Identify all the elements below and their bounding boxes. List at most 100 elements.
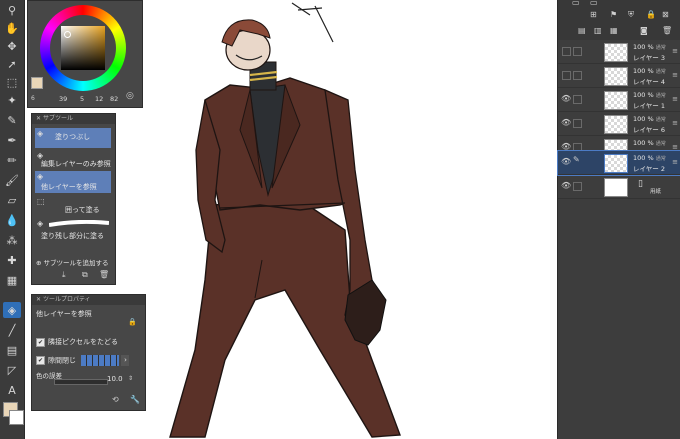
- layer-check[interactable]: [573, 119, 582, 128]
- add-sub-tool[interactable]: ⊕ サブツールを追加する: [36, 257, 109, 267]
- tolerance-value[interactable]: 10.0: [107, 375, 123, 383]
- sub-tool-item-refer-other-layers[interactable]: ◈ 他レイヤーを参照: [35, 171, 111, 193]
- sub-tool-item-enclose-fill[interactable]: ⬚ 囲って塗る: [35, 196, 111, 216]
- eye-icon[interactable]: 👁: [561, 94, 571, 103]
- trash-icon[interactable]: 🗑: [99, 270, 109, 279]
- menu-icon[interactable]: ≡: [672, 143, 678, 151]
- color-mode-icon[interactable]: ◎: [126, 91, 134, 101]
- import-icon[interactable]: ⤓: [62, 270, 66, 280]
- gap-level-selector[interactable]: [81, 355, 120, 366]
- hsv-value-4: 82: [110, 95, 119, 103]
- layer-row[interactable]: 100 % 通常 レイヤー 4 ≡: [558, 64, 680, 88]
- text-icon[interactable]: A: [3, 382, 21, 398]
- paper-layer-row[interactable]: 👁 ▯ 用紙: [558, 175, 680, 199]
- decoration-icon[interactable]: ✚: [3, 252, 21, 268]
- layer-row[interactable]: 👁 100 % 通常 レイヤー 6 ≡: [558, 112, 680, 136]
- transparent-lock-icon[interactable]: ⊠: [662, 10, 669, 19]
- layer-thumbnail: [604, 115, 628, 134]
- pen-edit-icon[interactable]: ✎: [573, 155, 580, 164]
- canvas-drawing[interactable]: [141, 0, 557, 439]
- mask-add-icon[interactable]: ◙: [640, 26, 648, 35]
- chevron-right-icon[interactable]: ›: [121, 355, 130, 366]
- gradient-icon[interactable]: ▦: [3, 272, 21, 288]
- lock-icon[interactable]: 🔒: [128, 318, 137, 326]
- reference-icon[interactable]: ⚑: [610, 10, 617, 19]
- sub-tool-item-fill[interactable]: ◈ 塗りつぶし: [35, 128, 111, 148]
- delete-layer-icon[interactable]: 🗑: [662, 26, 672, 35]
- close-icon[interactable]: ✕: [36, 296, 43, 303]
- pen-icon[interactable]: ✒: [3, 132, 21, 148]
- blend-icon[interactable]: 💧: [3, 212, 21, 228]
- layer-row-selected[interactable]: 👁 ✎ 100 % 通常 レイヤー 2 ≡: [557, 150, 680, 176]
- airbrush-icon[interactable]: ⁂: [3, 232, 21, 248]
- bucket-icon: ◈: [37, 129, 44, 138]
- layer-row[interactable]: 100 % 通常 レイヤー 3 ≡: [558, 40, 680, 64]
- draft-icon[interactable]: ⛨: [628, 10, 634, 20]
- menu-icon[interactable]: ≡: [672, 71, 678, 79]
- tolerance-slider[interactable]: [54, 379, 108, 385]
- menu-icon[interactable]: ≡: [672, 158, 678, 166]
- layer-check[interactable]: [562, 47, 571, 56]
- close-icon[interactable]: ✕: [36, 115, 43, 122]
- magic-wand-icon[interactable]: ✦: [3, 92, 21, 108]
- layer-toolbar-top: ▭ ▭ ⊞ ⚑ ⛨ 🔒 ⊠ ▤ ▥ ▦ ◙ 🗑: [558, 0, 680, 40]
- selection-icon[interactable]: ⬚: [3, 74, 21, 90]
- layer-thumbnail: [604, 67, 628, 86]
- eye-icon[interactable]: 👁: [561, 118, 571, 127]
- layer-check[interactable]: [573, 47, 582, 56]
- lasso-fill-icon: ⬚: [37, 197, 45, 206]
- wrench-icon[interactable]: 🔧: [130, 395, 140, 404]
- stepper-icon[interactable]: ⇕: [128, 375, 133, 382]
- layer-check[interactable]: [573, 95, 582, 104]
- layer-thumbnail: [604, 154, 628, 173]
- lock-icon[interactable]: 🔒: [646, 10, 656, 19]
- layer-check[interactable]: [573, 71, 582, 80]
- layer-check[interactable]: [573, 182, 582, 191]
- move-icon[interactable]: ✥: [3, 38, 21, 54]
- checkbox-checked[interactable]: ✔: [36, 356, 45, 365]
- sub-tool-item-edit-layer-only[interactable]: ◈ 編集レイヤーのみ参照: [35, 150, 111, 170]
- menu-icon[interactable]: ≡: [672, 119, 678, 127]
- ruler-icon[interactable]: ◸: [3, 362, 21, 378]
- new-vector-layer-icon[interactable]: ▥: [594, 26, 602, 35]
- sub-tool-title: サブツール: [42, 115, 73, 122]
- brush-icon[interactable]: 🖌: [3, 172, 21, 188]
- menu-icon[interactable]: ≡: [672, 47, 678, 55]
- tool-property-title-bar[interactable]: ✕ ツールプロパティ: [32, 295, 145, 305]
- object-select-icon[interactable]: ➚: [3, 56, 21, 72]
- color-cursor[interactable]: [64, 31, 71, 38]
- sub-tool-item-paint-unfilled[interactable]: ◈ 塗り残し部分に塗る: [35, 218, 111, 242]
- reset-icon[interactable]: ⟲: [112, 395, 119, 404]
- current-color-swatch[interactable]: [31, 77, 43, 89]
- eye-icon[interactable]: 👁: [561, 157, 571, 166]
- menu-icon[interactable]: ≡: [672, 95, 678, 103]
- tool-property-panel: ✕ ツールプロパティ 他レイヤーを参照 🔒 ✔ 隣接ピクセルをたどる ✔ 隙間閉じ …: [31, 294, 146, 411]
- frame-icon[interactable]: ▤: [3, 342, 21, 358]
- close-gap-row[interactable]: ✔ 隙間閉じ ›: [36, 355, 130, 366]
- hand-icon[interactable]: ✋: [3, 20, 21, 36]
- sub-tool-panel: ✕ サブツール ◈ 塗りつぶし ◈ 編集レイヤーのみ参照 ◈ 他レイヤーを参照 ⬚ 囲っ…: [31, 113, 116, 285]
- clip-icon[interactable]: ⊞: [590, 10, 597, 19]
- new-raster-layer-icon[interactable]: ▤: [578, 26, 586, 35]
- eyedropper-icon[interactable]: ✎: [3, 112, 21, 128]
- layer-mask-icon[interactable]: ▭: [590, 0, 598, 7]
- layer-thumbnail: [604, 43, 628, 62]
- checkbox-checked[interactable]: ✔: [36, 337, 45, 347]
- follow-adjacent-pixels[interactable]: ✔ 隣接ピクセルをたどる: [36, 337, 118, 347]
- sub-color-swatch[interactable]: [9, 410, 24, 425]
- layer-check[interactable]: [562, 71, 571, 80]
- sub-tool-title-bar[interactable]: ✕ サブツール: [32, 114, 115, 124]
- new-folder-icon[interactable]: ▦: [610, 26, 618, 35]
- eraser-icon[interactable]: ▱: [3, 192, 21, 208]
- duplicate-icon[interactable]: ⧉: [82, 270, 88, 280]
- pencil-icon[interactable]: ✏: [3, 152, 21, 168]
- tool-bar: ⚲ ✋ ✥ ➚ ⬚ ✦ ✎ ✒ ✏ 🖌 ▱ 💧 ⁂ ✚ ▦ ◈ ╱ ▤ ◸ A: [0, 0, 25, 439]
- eye-icon[interactable]: 👁: [561, 142, 571, 151]
- tool-property-title: ツールプロパティ: [42, 296, 91, 303]
- eye-icon[interactable]: 👁: [561, 181, 571, 190]
- layer-property-icon[interactable]: ▭: [572, 0, 580, 7]
- figure-icon[interactable]: ╱: [3, 322, 21, 338]
- layer-row[interactable]: 👁 100 % 通常 レイヤー 1 ≡: [558, 88, 680, 112]
- zoom-icon[interactable]: ⚲: [3, 2, 21, 18]
- fill-icon[interactable]: ◈: [3, 302, 21, 318]
